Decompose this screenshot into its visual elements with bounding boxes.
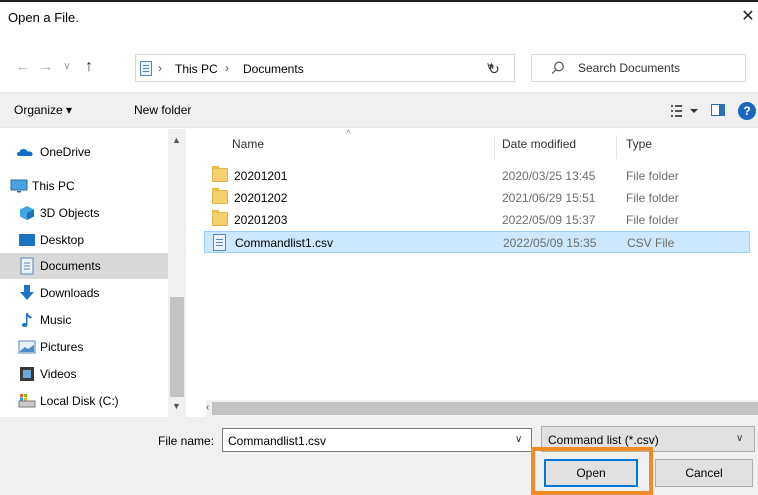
title-bar: Open a File. ✕ xyxy=(0,2,758,32)
folder-icon xyxy=(212,166,228,182)
file-name: 20201203 xyxy=(234,213,288,227)
file-type: File folder xyxy=(626,213,679,227)
nav-item-label: Music xyxy=(40,313,72,327)
file-date: 2022/05/09 15:35 xyxy=(503,236,597,250)
music-note-icon xyxy=(22,313,32,327)
cube-icon xyxy=(20,206,34,220)
file-name-field[interactable]: Commandlist1.csv ∨ xyxy=(222,428,532,452)
file-type: File folder xyxy=(626,191,679,205)
navigation-pane: OneDrive This PC 3D Objects Desktop Docu… xyxy=(0,129,188,417)
nav-item-label: Documents xyxy=(40,259,101,273)
nav-item-label: Desktop xyxy=(40,233,85,247)
view-options-icon[interactable] xyxy=(670,103,702,119)
preview-pane-icon[interactable] xyxy=(711,104,725,116)
nav-item-desktop[interactable]: Desktop xyxy=(0,227,168,253)
nav-item-3d-objects[interactable]: 3D Objects xyxy=(0,200,168,226)
horizontal-scrollbar-thumb[interactable] xyxy=(212,402,758,415)
document-icon xyxy=(20,257,34,275)
cancel-button[interactable]: Cancel xyxy=(655,459,753,487)
nav-item-this-pc[interactable]: This PC xyxy=(0,173,168,199)
download-arrow-icon xyxy=(20,285,34,300)
chevron-right-icon[interactable]: › xyxy=(158,61,162,75)
chevron-right-icon[interactable]: › xyxy=(225,61,229,75)
breadcrumb-documents[interactable]: Documents xyxy=(243,62,304,76)
nav-item-videos[interactable]: Videos xyxy=(0,361,168,387)
chevron-down-icon[interactable]: ▼ xyxy=(172,401,181,411)
nav-item-downloads[interactable]: Downloads xyxy=(0,280,168,306)
documents-icon xyxy=(140,61,152,76)
window-title: Open a File. xyxy=(8,10,79,25)
search-box[interactable] xyxy=(531,54,746,82)
film-icon xyxy=(20,367,34,381)
picture-icon xyxy=(18,340,36,354)
column-divider[interactable] xyxy=(616,135,617,159)
horizontal-scrollbar[interactable]: ‹ xyxy=(206,400,758,417)
chevron-down-icon[interactable]: ∨ xyxy=(736,433,743,444)
nav-item-label: Videos xyxy=(40,367,77,381)
list-item[interactable]: 20201202 2021/06/29 15:51 File folder xyxy=(204,187,750,209)
nav-item-documents[interactable]: Documents xyxy=(0,253,168,279)
file-type-filter-value: Command list (*.csv) xyxy=(548,433,659,447)
column-divider[interactable] xyxy=(494,135,495,159)
nav-item-label: This PC xyxy=(32,179,75,193)
chevron-left-icon[interactable]: ‹ xyxy=(206,402,209,413)
back-arrow-icon[interactable]: ← xyxy=(14,56,32,78)
nav-item-pictures[interactable]: Pictures xyxy=(0,334,168,360)
file-name: 20201201 xyxy=(234,169,288,183)
file-type: File folder xyxy=(626,169,679,183)
drive-icon xyxy=(18,394,36,408)
column-header-name[interactable]: Name xyxy=(232,137,264,151)
cloud-icon xyxy=(17,149,33,156)
command-toolbar: Organize ▾ New folder ? xyxy=(0,92,758,128)
up-arrow-icon[interactable]: ↑ xyxy=(80,56,98,78)
nav-item-label: OneDrive xyxy=(40,145,91,159)
file-name-label: File name: xyxy=(158,434,215,448)
folder-icon xyxy=(212,188,228,204)
nav-item-onedrive[interactable]: OneDrive xyxy=(0,139,168,165)
organize-button[interactable]: Organize ▾ xyxy=(14,103,72,117)
breadcrumb-this-pc[interactable]: This PC xyxy=(175,62,218,76)
file-list: ^ Name Date modified Type 20201201 2020/… xyxy=(188,129,758,417)
nav-scrollbar-thumb[interactable] xyxy=(170,297,184,397)
nav-item-label: Pictures xyxy=(40,340,84,354)
csv-file-icon xyxy=(213,234,226,251)
file-name: 20201202 xyxy=(234,191,288,205)
open-button[interactable]: Open xyxy=(544,459,638,487)
file-date: 2021/06/29 15:51 xyxy=(502,191,596,205)
recent-locations-chevron-icon[interactable]: ∨ xyxy=(58,56,76,78)
forward-arrow-icon[interactable]: → xyxy=(37,56,55,78)
nav-scrollbar[interactable]: ▲ ▼ xyxy=(168,129,186,417)
list-item-selected[interactable]: Commandlist1.csv 2022/05/09 15:35 CSV Fi… xyxy=(204,231,750,253)
file-date: 2020/03/25 13:45 xyxy=(502,169,596,183)
file-type: CSV File xyxy=(627,236,675,250)
column-header-type[interactable]: Type xyxy=(626,137,652,151)
sort-ascending-icon: ^ xyxy=(346,129,351,140)
nav-item-local-disk[interactable]: Local Disk (C:) xyxy=(0,388,168,414)
desktop-icon xyxy=(19,234,35,246)
list-item[interactable]: 20201203 2022/05/09 15:37 File folder xyxy=(204,209,750,231)
nav-item-label: Local Disk (C:) xyxy=(40,394,119,408)
refresh-icon[interactable]: ↻ xyxy=(480,56,508,82)
list-item[interactable]: 20201201 2020/03/25 13:45 File folder xyxy=(204,165,750,187)
search-input[interactable] xyxy=(578,59,738,77)
chevron-up-icon[interactable]: ▲ xyxy=(172,135,181,145)
column-header-date-modified[interactable]: Date modified xyxy=(502,137,576,151)
close-icon[interactable]: ✕ xyxy=(738,4,758,30)
new-folder-button[interactable]: New folder xyxy=(134,103,191,117)
nav-item-label: 3D Objects xyxy=(40,206,100,220)
file-name-value[interactable]: Commandlist1.csv xyxy=(228,434,326,448)
monitor-icon xyxy=(10,179,28,193)
search-icon xyxy=(551,61,564,74)
open-file-dialog: Open a File. ✕ ← → ∨ ↑ › This PC › Docum… xyxy=(0,0,758,495)
chevron-down-icon[interactable]: ∨ xyxy=(515,434,522,445)
nav-item-music[interactable]: Music xyxy=(0,307,168,333)
file-date: 2022/05/09 15:37 xyxy=(502,213,596,227)
address-bar[interactable]: › This PC › Documents ∨ xyxy=(135,54,515,82)
file-name: Commandlist1.csv xyxy=(235,236,334,250)
nav-item-label: Downloads xyxy=(40,286,100,300)
help-icon[interactable]: ? xyxy=(738,102,756,120)
folder-icon xyxy=(212,210,228,226)
